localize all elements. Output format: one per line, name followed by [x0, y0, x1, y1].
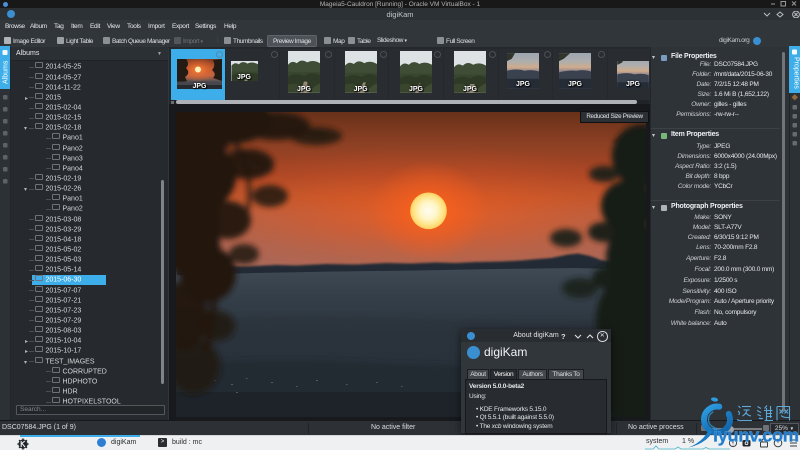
svg-text:Albums: Albums	[3, 60, 10, 84]
svg-text:Properties: Properties	[793, 57, 800, 89]
svg-text:iyunv.com: iyunv.com	[713, 425, 799, 446]
